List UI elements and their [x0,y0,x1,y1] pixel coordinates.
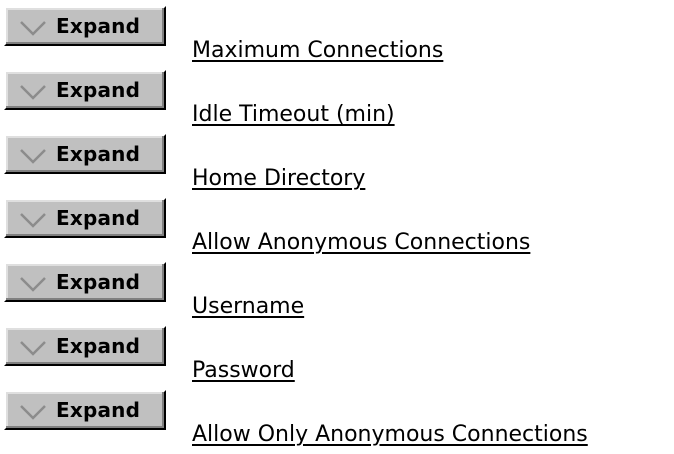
chevron-down-icon [20,277,46,292]
setting-link[interactable]: Password [182,358,295,383]
setting-link[interactable]: Username [182,294,304,319]
expand-button-label: Expand [56,398,141,422]
setting-label: Password [192,358,295,383]
setting-link[interactable]: Idle Timeout (min) [182,102,395,127]
setting-label: Allow Anonymous Connections [192,230,531,255]
chevron-down-icon [20,21,46,36]
setting-label: Username [192,294,305,319]
setting-label: Maximum Connections [192,38,444,63]
chevron-down-icon [20,85,46,100]
chevron-down-icon [20,149,46,164]
expand-button[interactable]: Expand [4,390,166,430]
expand-button[interactable]: Expand [4,134,166,174]
expand-button-label: Expand [56,78,141,102]
chevron-down-icon [20,341,46,356]
expand-button-label: Expand [56,14,141,38]
expand-button-label: Expand [56,270,141,294]
setting-link[interactable]: Maximum Connections [182,38,443,63]
chevron-down-icon [20,213,46,228]
setting-link[interactable]: Home Directory [182,166,365,191]
expand-button[interactable]: Expand [4,262,166,302]
setting-label: Allow Only Anonymous Connections [192,422,588,447]
setting-link[interactable]: Allow Only Anonymous Connections [182,422,588,447]
setting-label: Idle Timeout (min) [192,102,395,127]
setting-label: Home Directory [192,166,366,191]
setting-link[interactable]: Allow Anonymous Connections [182,230,530,255]
expand-button-label: Expand [56,334,141,358]
expand-button[interactable]: Expand [4,6,166,46]
chevron-down-icon [20,405,46,420]
expand-button[interactable]: Expand [4,326,166,366]
expand-button-label: Expand [56,142,141,166]
expand-button[interactable]: Expand [4,70,166,110]
expand-button-label: Expand [56,206,141,230]
expand-button[interactable]: Expand [4,198,166,238]
